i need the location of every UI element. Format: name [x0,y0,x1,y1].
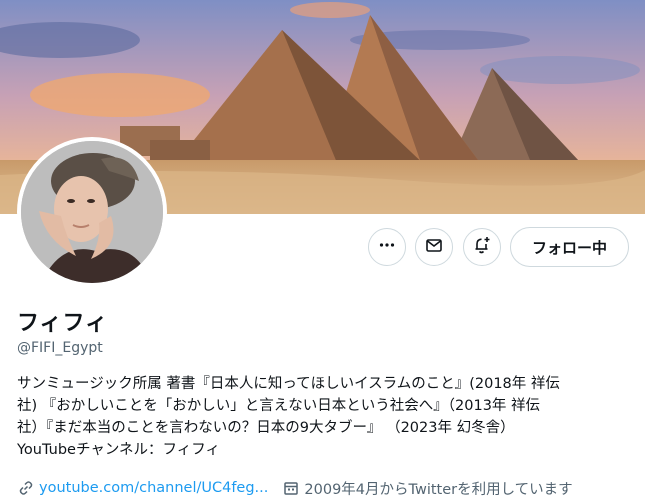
message-button[interactable] [415,228,453,266]
bio-line: サンミュージック所属 著書『日本人に知ってほしいイスラムのこと』(2018年 祥… [17,376,560,392]
link-icon [17,479,35,497]
calendar-icon [282,479,300,497]
join-date: 2009年4月からTwitterを利用しています [304,481,573,498]
bell-plus-icon [472,235,492,259]
bio-line: YouTubeチャンネル：フィフィ [17,442,220,458]
following-button[interactable]: フォロー中 [510,227,629,267]
bio-line: 社) 『おかしいことを「おかしい」と言えない日本という社会へ』（2013年 祥伝 [17,398,541,414]
bio-line: 社）『まだ本当のことを言わないの？日本の9大タブー』 （2023年 幻冬舎） [17,420,515,436]
notifications-button[interactable] [463,228,501,266]
profile-meta: youtube.com/channel/UC4feg... 2009年4月からT… [17,478,573,498]
avatar[interactable] [17,137,167,287]
more-icon [378,236,396,258]
mail-icon [425,236,443,258]
user-handle: @FIFI_Egypt [17,340,103,356]
more-button[interactable] [368,228,406,266]
website-link[interactable]: youtube.com/channel/UC4feg... [39,480,268,496]
display-name: フィフィ [17,311,109,336]
profile-bio: サンミュージック所属 著書『日本人に知ってほしいイスラムのこと』(2018年 祥… [17,373,632,461]
